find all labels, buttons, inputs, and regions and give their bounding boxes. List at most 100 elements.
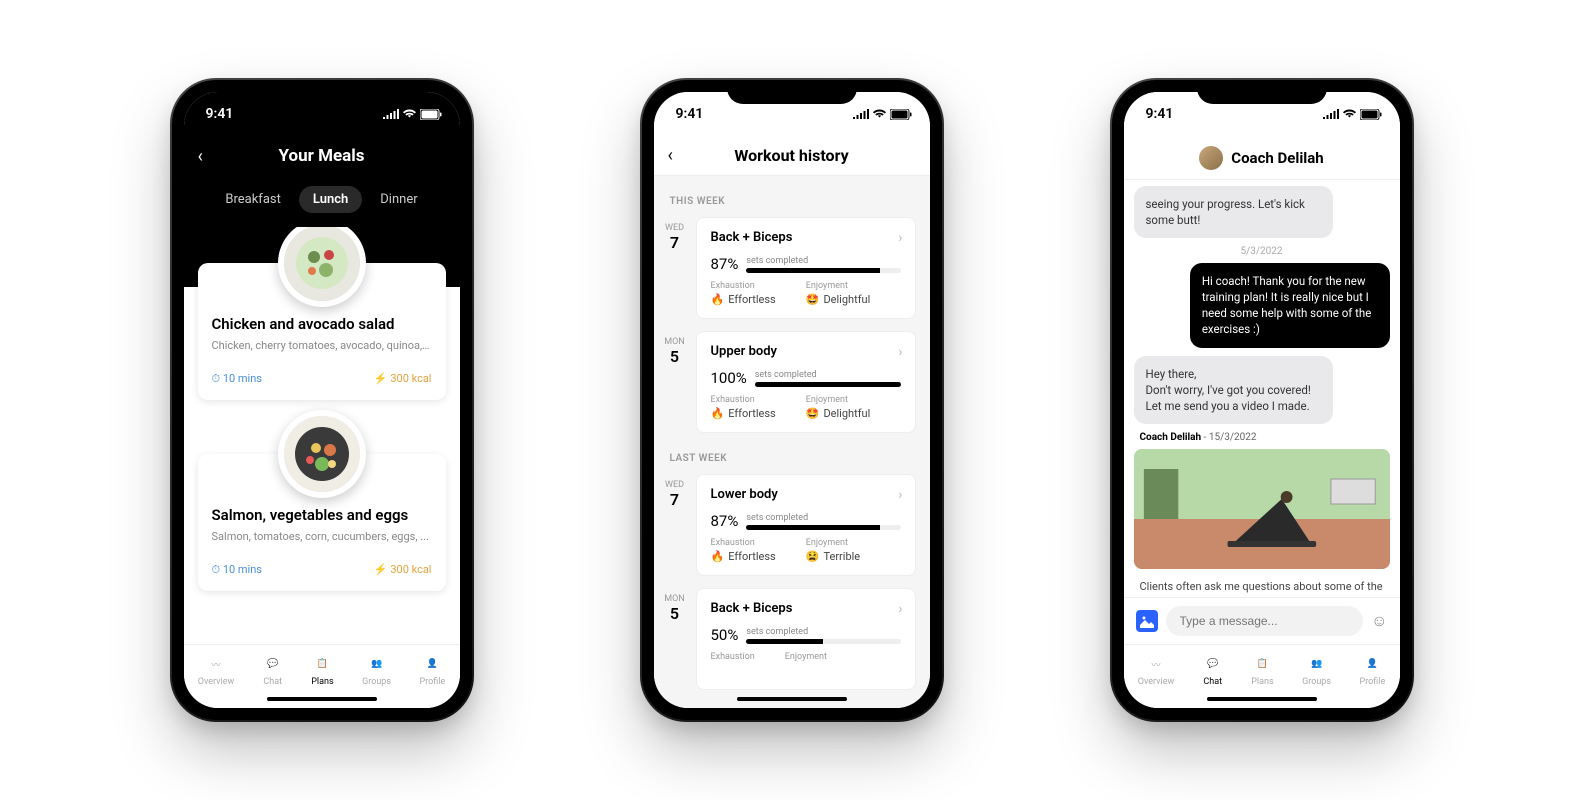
- message-in: Hey there,Don't worry, I've got you cove…: [1134, 356, 1334, 424]
- back-icon[interactable]: ‹: [198, 146, 203, 167]
- workout-list[interactable]: THIS WEEK WED7 › Back + Biceps 87% sets …: [654, 176, 930, 708]
- workout-row: MON5 › Back + Biceps 50% sets completed …: [654, 584, 930, 698]
- chevron-right-icon: ›: [898, 487, 902, 503]
- exhaustion-label: Exhaustion: [711, 395, 776, 405]
- nav-plans[interactable]: 📋Plans: [1251, 654, 1273, 687]
- tab-lunch[interactable]: Lunch: [299, 186, 362, 213]
- meals-list[interactable]: Chicken and avocado salad Chicken, cherr…: [184, 227, 460, 644]
- meal-card[interactable]: Salmon, vegetables and eggs Salmon, toma…: [198, 454, 446, 591]
- home-indicator[interactable]: [1207, 697, 1317, 701]
- chat-header: Coach Delilah: [1124, 136, 1400, 180]
- nav-profile[interactable]: 👤Profile: [420, 654, 446, 687]
- emoji-icon[interactable]: ☺: [1371, 611, 1387, 631]
- workout-card[interactable]: › Back + Biceps 50% sets completed Exhau…: [696, 588, 916, 690]
- home-indicator[interactable]: [267, 697, 377, 701]
- exhaustion-value: 🔥Effortless: [711, 407, 776, 420]
- progress-bar: [746, 525, 900, 530]
- meal-title: Salmon, vegetables and eggs: [212, 506, 432, 524]
- progress-label: sets completed: [746, 627, 900, 637]
- tabs: Breakfast Lunch Dinner: [184, 176, 460, 227]
- progress-bar: [755, 382, 901, 387]
- nav-profile[interactable]: 👤Profile: [1360, 654, 1386, 687]
- progress-label: sets completed: [755, 370, 901, 380]
- progress-label: sets completed: [746, 513, 900, 523]
- enjoyment-value: 😫Terrible: [806, 550, 860, 563]
- workout-card[interactable]: › Back + Biceps 87% sets completed Exhau…: [696, 217, 916, 319]
- phone-chat: 9:41 Coach Delilah seeing your progress.…: [1112, 80, 1412, 720]
- enjoyment-label: Enjoyment: [806, 281, 871, 291]
- status-icons: [383, 109, 442, 120]
- chevron-right-icon: ›: [898, 344, 902, 360]
- workout-name: Lower body: [711, 487, 901, 502]
- home-indicator[interactable]: [737, 697, 847, 701]
- workout-percent: 87%: [711, 512, 739, 530]
- workout-row: WED7 › Lower body 87% sets completed Exh…: [654, 470, 930, 584]
- exhaustion-label: Exhaustion: [711, 652, 755, 662]
- message-in: seeing your progress. Let's kick some bu…: [1134, 186, 1334, 238]
- plans-icon: 📋: [1252, 654, 1272, 674]
- workout-date: WED7: [654, 470, 696, 584]
- profile-icon: 👤: [422, 654, 442, 674]
- video-byline: Coach Delilah - 15/3/2022: [1140, 432, 1384, 443]
- chat-title: Coach Delilah: [1231, 149, 1323, 167]
- section-header: LAST WEEK: [654, 441, 930, 470]
- workout-name: Back + Biceps: [711, 230, 901, 245]
- status-time: 9:41: [1146, 106, 1174, 122]
- workout-row: WED7 › Back + Biceps 87% sets completed …: [654, 213, 930, 327]
- status-icons: [1323, 109, 1382, 120]
- overview-icon: 〰: [1146, 654, 1166, 674]
- nav-overview[interactable]: 〰Overview: [198, 654, 234, 687]
- meal-calories: ⚡ 300 kcal: [374, 372, 432, 386]
- message-out: Hi coach! Thank you for the new training…: [1190, 263, 1390, 347]
- nav-overview[interactable]: 〰Overview: [1138, 654, 1174, 687]
- chat-icon: 💬: [1203, 654, 1223, 674]
- nav-chat[interactable]: 💬Chat: [1203, 654, 1223, 687]
- enjoyment-value: 🤩Delightful: [806, 407, 871, 420]
- nav-groups[interactable]: 👥Groups: [362, 654, 391, 687]
- nav-groups[interactable]: 👥Groups: [1302, 654, 1331, 687]
- groups-icon: 👥: [367, 654, 387, 674]
- enjoyment-label: Enjoyment: [806, 395, 871, 405]
- workout-card[interactable]: › Upper body 100% sets completed Exhaust…: [696, 331, 916, 433]
- video-thumbnail[interactable]: [1134, 449, 1390, 569]
- workout-date: MON5: [654, 327, 696, 441]
- progress-bar: [746, 268, 900, 273]
- meal-calories: ⚡ 300 kcal: [374, 563, 432, 577]
- enjoyment-label: Enjoyment: [785, 652, 827, 662]
- meal-title: Chicken and avocado salad: [212, 315, 432, 333]
- meal-ingredients: Chicken, cherry tomatoes, avocado, quino…: [212, 339, 432, 352]
- meal-ingredients: Salmon, tomatoes, corn, cucumbers, eggs,…: [212, 530, 432, 543]
- workout-date: MON5: [654, 584, 696, 698]
- exhaustion-label: Exhaustion: [711, 538, 776, 548]
- nav-plans[interactable]: 📋Plans: [311, 654, 333, 687]
- workout-name: Back + Biceps: [711, 601, 901, 616]
- overview-icon: 〰: [206, 654, 226, 674]
- meal-time: ⏱ 10 mins: [212, 563, 262, 577]
- page-title: Workout history: [734, 146, 848, 165]
- tab-breakfast[interactable]: Breakfast: [211, 186, 295, 213]
- status-time: 9:41: [676, 106, 704, 122]
- enjoyment-label: Enjoyment: [806, 538, 860, 548]
- avatar[interactable]: [1199, 146, 1223, 170]
- workout-date: WED7: [654, 213, 696, 327]
- exhaustion-label: Exhaustion: [711, 281, 776, 291]
- message-input[interactable]: [1166, 606, 1364, 636]
- exhaustion-value: 🔥Effortless: [711, 293, 776, 306]
- workout-percent: 87%: [711, 255, 739, 273]
- chat-body[interactable]: seeing your progress. Let's kick some bu…: [1124, 180, 1400, 597]
- back-icon[interactable]: ‹: [668, 145, 673, 166]
- video-post[interactable]: Coach Delilah - 15/3/2022 Clients often …: [1134, 432, 1390, 597]
- notch: [727, 80, 857, 104]
- image-button[interactable]: [1136, 610, 1158, 632]
- tab-dinner[interactable]: Dinner: [366, 186, 431, 213]
- workout-name: Upper body: [711, 344, 901, 359]
- nav-chat[interactable]: 💬Chat: [263, 654, 283, 687]
- status-time: 9:41: [206, 106, 234, 122]
- workout-card[interactable]: › Lower body 87% sets completed Exhausti…: [696, 474, 916, 576]
- workout-percent: 50%: [711, 626, 739, 644]
- notch: [257, 80, 387, 104]
- exhaustion-value: [711, 664, 755, 677]
- enjoyment-value: 🤩Delightful: [806, 293, 871, 306]
- workout-percent: 100%: [711, 369, 747, 387]
- meal-card[interactable]: Chicken and avocado salad Chicken, cherr…: [198, 263, 446, 400]
